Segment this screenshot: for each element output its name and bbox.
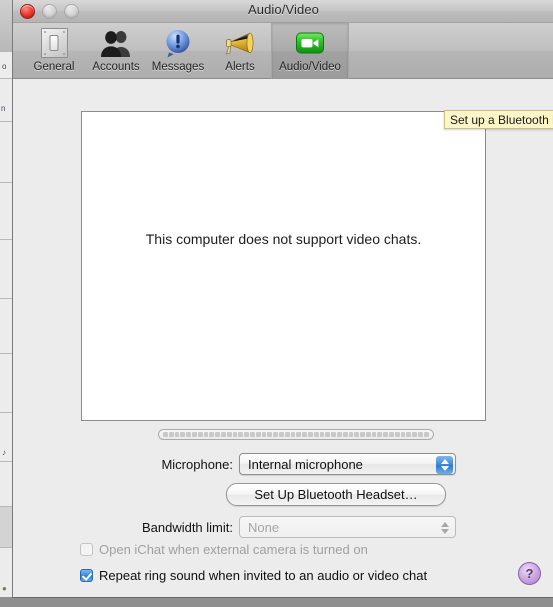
level-meter-segment (203, 432, 209, 437)
level-meter-segment (249, 432, 255, 437)
toolbar-label-general: General (33, 61, 75, 73)
level-meter-segment (342, 432, 348, 437)
repeat-ring-sound-checkbox[interactable] (80, 569, 93, 582)
level-meter-segment (336, 432, 342, 437)
question-mark-icon: ? (525, 566, 534, 581)
two-people-icon (100, 27, 132, 59)
microphone-row: Microphone: Internal microphone (143, 453, 456, 475)
level-meter-segment (371, 432, 377, 437)
video-camera-icon (294, 27, 326, 59)
window-titlebar[interactable]: Audio/Video (13, 0, 553, 23)
level-meter-segment (423, 432, 429, 437)
level-meter-segment (220, 432, 226, 437)
audio-video-pane: This computer does not support video cha… (13, 79, 553, 597)
toolbar-label-messages: Messages (151, 61, 205, 73)
open-ichat-external-camera-row: Open iChat when external camera is turne… (80, 542, 368, 557)
video-preview-area: This computer does not support video cha… (81, 111, 486, 421)
level-meter-segment (394, 432, 400, 437)
video-unsupported-message: This computer does not support video cha… (122, 230, 445, 248)
level-meter-segment (215, 432, 220, 437)
level-meter-segment (418, 432, 423, 437)
open-ichat-external-camera-label: Open iChat when external camera is turne… (99, 542, 368, 557)
level-meter-segment (238, 432, 244, 437)
level-meter-segment (209, 432, 215, 437)
level-meter-segment (197, 432, 203, 437)
repeat-ring-sound-row[interactable]: Repeat ring sound when invited to an aud… (80, 568, 427, 583)
bandwidth-limit-popup: None (239, 516, 456, 538)
set-up-bluetooth-headset-label: Set Up Bluetooth Headset… (254, 487, 418, 502)
bandwidth-limit-stepper-arrows (436, 519, 453, 537)
level-meter-segment (406, 432, 412, 437)
preferences-toolbar: General Accounts Messages Alerts Audio/V… (13, 23, 553, 79)
desktop: o n ♪ ● Audio/Video General Accounts Mes… (0, 0, 553, 607)
help-button[interactable]: ? (518, 562, 541, 585)
level-meter-segment (226, 432, 232, 437)
window-title: Audio/Video (248, 2, 319, 17)
bluetooth-tooltip-text: Set up a Bluetooth headset (450, 112, 553, 127)
toolbar-item-audio-video[interactable]: Audio/Video (271, 23, 349, 79)
toolbar-label-alerts: Alerts (225, 61, 255, 73)
microphone-label: Microphone: (161, 456, 233, 472)
level-meter-segment (377, 432, 383, 437)
microphone-value: Internal microphone (248, 456, 363, 472)
level-meter-segment (255, 432, 261, 437)
level-meter-segment (348, 432, 354, 437)
level-meter-segment (383, 432, 389, 437)
audio-level-meter (158, 429, 434, 440)
background-glyph: ♪ (2, 448, 6, 457)
toolbar-item-general[interactable]: General (23, 23, 85, 79)
speech-bubble-icon (162, 27, 194, 59)
level-meter-segment (313, 432, 319, 437)
level-meter-segment (244, 432, 249, 437)
level-meter-segment (354, 432, 360, 437)
background-glyph: o (2, 62, 7, 71)
level-meter-segment (180, 432, 186, 437)
set-up-bluetooth-headset-button[interactable]: Set Up Bluetooth Headset… (226, 483, 446, 506)
megaphone-icon (224, 27, 256, 59)
level-meter-segment (360, 432, 365, 437)
level-meter-segment (278, 432, 284, 437)
toolbar-label-audio-video: Audio/Video (279, 61, 341, 73)
switch-plate-icon (38, 27, 70, 59)
bandwidth-limit-row: Bandwidth limit: None (108, 516, 456, 538)
level-meter-segment (186, 432, 191, 437)
level-meter-segment (331, 432, 336, 437)
level-meter-segment (174, 432, 180, 437)
bandwidth-limit-label: Bandwidth limit: (141, 519, 233, 535)
open-ichat-external-camera-checkbox (80, 543, 93, 556)
level-meter-segment (284, 432, 290, 437)
level-meter-segment (267, 432, 273, 437)
level-meter-segment (319, 432, 325, 437)
level-meter-segment (412, 432, 418, 437)
level-meter-segment (273, 432, 278, 437)
level-meter-segment (163, 432, 168, 437)
toolbar-label-accounts: Accounts (92, 61, 140, 73)
video-message-line2: chats. (383, 231, 422, 247)
level-meter-segment (191, 432, 197, 437)
level-meter-segment (365, 432, 371, 437)
background-glyph: n (1, 104, 6, 113)
bluetooth-tooltip: Set up a Bluetooth headset (444, 110, 553, 129)
level-meter-segment (290, 432, 296, 437)
microphone-popup[interactable]: Internal microphone (239, 453, 456, 475)
level-meter-segment (261, 432, 267, 437)
video-message-line1: This computer does not support video (145, 231, 380, 247)
preferences-window: Audio/Video General Accounts Messages Al… (12, 0, 553, 598)
level-meter-segment (307, 432, 313, 437)
toolbar-item-accounts[interactable]: Accounts (85, 23, 147, 79)
bandwidth-limit-value: None (248, 519, 280, 535)
level-meter-segment (232, 432, 238, 437)
level-meter-segment (168, 432, 174, 437)
level-meter-segment (389, 432, 394, 437)
level-meter-segment (302, 432, 307, 437)
toolbar-item-messages[interactable]: Messages (147, 23, 209, 79)
repeat-ring-sound-label: Repeat ring sound when invited to an aud… (99, 568, 428, 583)
background-glyph: ● (2, 584, 7, 593)
microphone-stepper-arrows[interactable] (436, 456, 453, 474)
level-meter-segment (325, 432, 331, 437)
level-meter-segment (296, 432, 302, 437)
level-meter-segment (400, 432, 406, 437)
toolbar-item-alerts[interactable]: Alerts (209, 23, 271, 79)
